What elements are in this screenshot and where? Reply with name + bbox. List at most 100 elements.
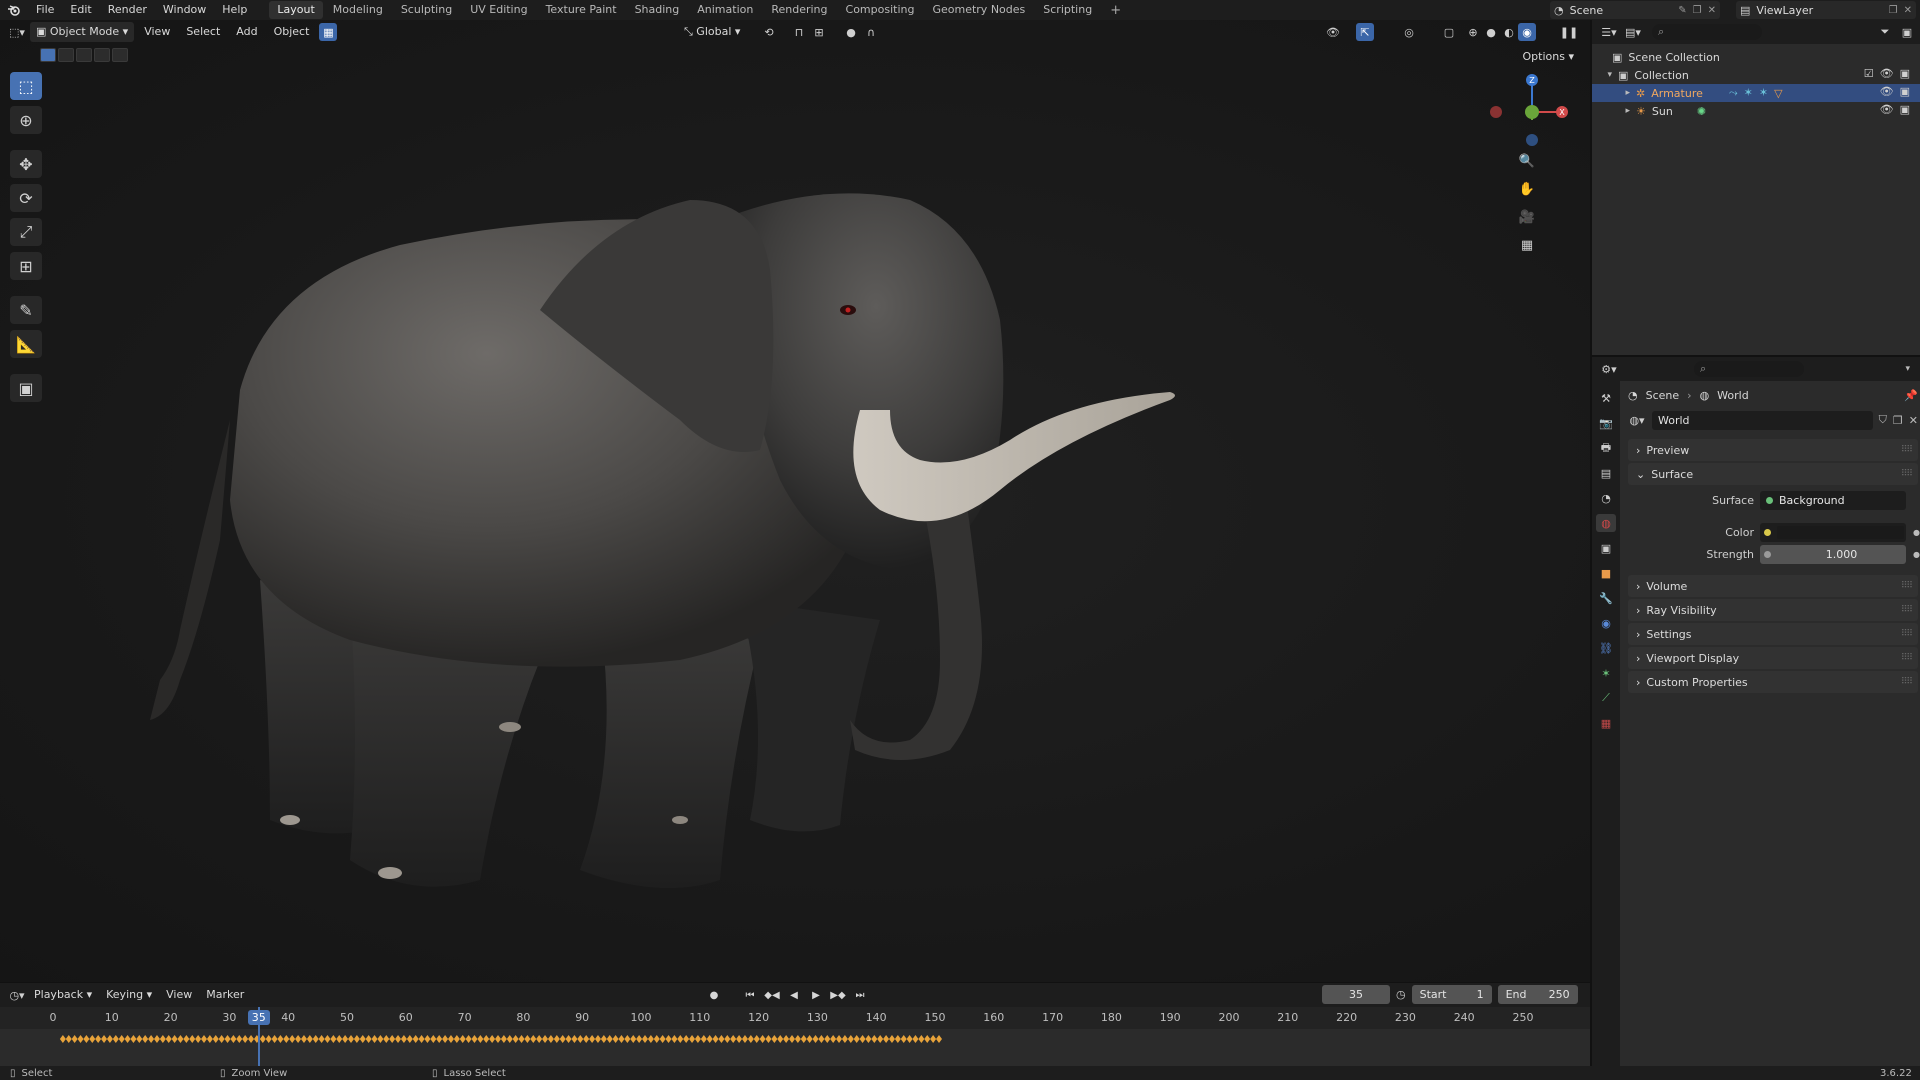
keyframe-diamond[interactable] [530, 1035, 537, 1043]
pivot-point-icon[interactable]: ⟲ [760, 23, 778, 41]
keyframe-diamond[interactable] [177, 1035, 184, 1043]
navigation-gizmo[interactable]: Z X [1482, 60, 1572, 150]
keyframe-diamond[interactable] [830, 1035, 837, 1043]
keyframe-diamond[interactable] [865, 1035, 872, 1043]
strength-field[interactable]: 1.000 [1760, 544, 1906, 564]
timeline-editor-type-icon[interactable]: ◷▾ [8, 986, 26, 1004]
keyframe-diamond[interactable] [624, 1035, 631, 1043]
camera-view-icon[interactable]: 🎥 [1516, 206, 1538, 228]
sun-render-icon[interactable]: ▣ [1900, 103, 1910, 116]
outliner[interactable]: ☰▾ ▤▾ ⌕ ⏷ ▣ ▣ Scene Collection ▾ ▣ Colle… [1590, 20, 1920, 355]
jump-start-icon[interactable]: ⏮ [741, 986, 759, 1004]
keyframe-diamond[interactable] [877, 1035, 884, 1043]
view-layer-tab-icon[interactable]: ▤ [1596, 464, 1616, 482]
constraint-tab-icon[interactable]: ⛓ [1596, 639, 1616, 657]
keyframe-diamond[interactable] [841, 1035, 848, 1043]
keyframe-diamond[interactable] [671, 1035, 678, 1043]
menu-keying[interactable]: Keying ▾ [100, 985, 158, 1005]
render-tab-icon[interactable]: 📷 [1596, 414, 1616, 432]
keyframe-diamond[interactable] [59, 1035, 66, 1043]
wireframe-shading-icon[interactable]: ⊕ [1464, 23, 1482, 41]
keyframe-diamond[interactable] [477, 1035, 484, 1043]
select-invert-icon[interactable] [94, 48, 110, 62]
keyframe-diamond[interactable] [883, 1035, 890, 1043]
world-tab-icon[interactable]: ◍ [1596, 514, 1616, 532]
tab-layout[interactable]: Layout [269, 1, 323, 19]
keyframe-diamond[interactable] [465, 1035, 472, 1043]
keyframe-diamond[interactable] [906, 1035, 913, 1043]
keyframe-diamond[interactable] [418, 1035, 425, 1043]
panel-surface[interactable]: ⌄ Surface ⠿⠿ [1628, 463, 1918, 485]
keyframe-diamond[interactable] [712, 1035, 719, 1043]
keyframe-diamond[interactable] [559, 1035, 566, 1043]
record-icon[interactable]: ● [705, 986, 723, 1004]
keyframe-diamond[interactable] [747, 1035, 754, 1043]
world-name-field[interactable]: World [1652, 410, 1873, 430]
keyframe-diamond[interactable] [159, 1035, 166, 1043]
keyframe-diamond[interactable] [353, 1035, 360, 1043]
tool-tab-icon[interactable]: ⚒ [1596, 389, 1616, 407]
jump-end-icon[interactable]: ⏭ [851, 986, 869, 1004]
keyframe-diamond[interactable] [412, 1035, 419, 1043]
menu-timeline-view[interactable]: View [160, 985, 198, 1005]
keyframe-diamond[interactable] [295, 1035, 302, 1043]
keyframe-diamond[interactable] [312, 1035, 319, 1043]
keyframe-diamond[interactable] [583, 1035, 590, 1043]
keyframe-diamond[interactable] [536, 1035, 543, 1043]
pan-hand-icon[interactable]: ✋ [1516, 178, 1538, 200]
tab-compositing[interactable]: Compositing [838, 1, 923, 19]
annotate-icon[interactable]: ✎ [10, 296, 42, 324]
keyframe-diamond[interactable] [836, 1035, 843, 1043]
prev-keyframe-icon[interactable]: ◆◀ [763, 986, 781, 1004]
expand-collection-icon[interactable]: ▾ [1592, 70, 1618, 80]
end-frame-field[interactable]: End 250 [1497, 985, 1578, 1004]
keyframe-diamond[interactable] [818, 1035, 825, 1043]
menu-view[interactable]: View [138, 22, 176, 42]
keyframe-diamond[interactable] [348, 1035, 354, 1043]
keyframe-diamond[interactable] [812, 1035, 819, 1043]
keyframe-diamond[interactable] [212, 1035, 219, 1043]
transform-orientation[interactable]: ⤡ Global ▾ [678, 22, 746, 42]
keyframe-diamond[interactable] [248, 1035, 255, 1043]
keyframe-diamond[interactable] [794, 1035, 801, 1043]
keyframe-diamond[interactable] [430, 1035, 437, 1043]
keyframe-diamond[interactable] [659, 1035, 666, 1043]
armature-visibility-eye-icon[interactable]: 👁 [1880, 85, 1894, 98]
props-options-icon[interactable]: ▾ [1905, 364, 1910, 374]
armature-render-icon[interactable]: ▣ [1900, 85, 1910, 98]
pin-props-icon[interactable]: 📌 [1904, 389, 1918, 402]
snap-icon[interactable]: ⊓ [790, 23, 808, 41]
keyframe-diamond[interactable] [436, 1035, 443, 1043]
material-shading-icon[interactable]: ◐ [1500, 23, 1518, 41]
measure-icon[interactable]: 📐 [10, 330, 42, 358]
keyframe-diamond[interactable] [871, 1035, 878, 1043]
object-tab-icon[interactable]: ■ [1596, 564, 1616, 582]
view-layer-selector[interactable]: ▤ ViewLayer ❐ ✕ [1736, 1, 1916, 19]
frame-ruler[interactable]: 0 10 20 30 40 50 60 70 80 90 100 110 120 130 140 150 160… [0, 1007, 1590, 1029]
keyframe-diamond[interactable] [453, 1035, 460, 1043]
collection-render-icon[interactable]: ▣ [1900, 67, 1910, 80]
keyframe-diamond[interactable] [753, 1035, 760, 1043]
keyframe-diamond[interactable] [218, 1035, 225, 1043]
keyframe-diamond[interactable] [318, 1035, 325, 1043]
keyframe-diamond[interactable] [83, 1035, 90, 1043]
keyframe-diamond[interactable] [447, 1035, 454, 1043]
panel-custom-properties[interactable]: › Custom Properties ⠿⠿ [1628, 671, 1918, 693]
scale-icon[interactable]: ⤢ [10, 218, 42, 246]
gizmo-toggle-icon[interactable]: ⇱ [1356, 23, 1374, 41]
tab-uv-editing[interactable]: UV Editing [462, 1, 535, 19]
keyframe-diamond[interactable] [289, 1035, 296, 1043]
keyframe-diamond[interactable] [700, 1035, 707, 1043]
duplicate-scene-icon[interactable]: ❐ [1693, 5, 1702, 16]
keyframe-diamond[interactable] [718, 1035, 725, 1043]
properties-search-input[interactable]: ⌕ [1694, 361, 1804, 377]
keyframe-diamond[interactable] [195, 1035, 202, 1043]
proportional-edit-icon[interactable]: ● [842, 23, 860, 41]
keyframe-diamond[interactable] [730, 1035, 737, 1043]
keyframe-diamond[interactable] [371, 1035, 378, 1043]
properties-editor[interactable]: ⚙▾ ⌕ ▾ ⚒ 📷 🖶 ▤ ◔ ◍ ▣ ■ 🔧 ◉ ⛓ ✶ ⟋ ▦ ◔ Sce… [1590, 355, 1920, 1068]
menu-window[interactable]: Window [155, 0, 214, 20]
keyframe-diamond[interactable] [759, 1035, 766, 1043]
keyframe-diamond[interactable] [647, 1035, 654, 1043]
keyframe-diamond[interactable] [101, 1035, 108, 1043]
